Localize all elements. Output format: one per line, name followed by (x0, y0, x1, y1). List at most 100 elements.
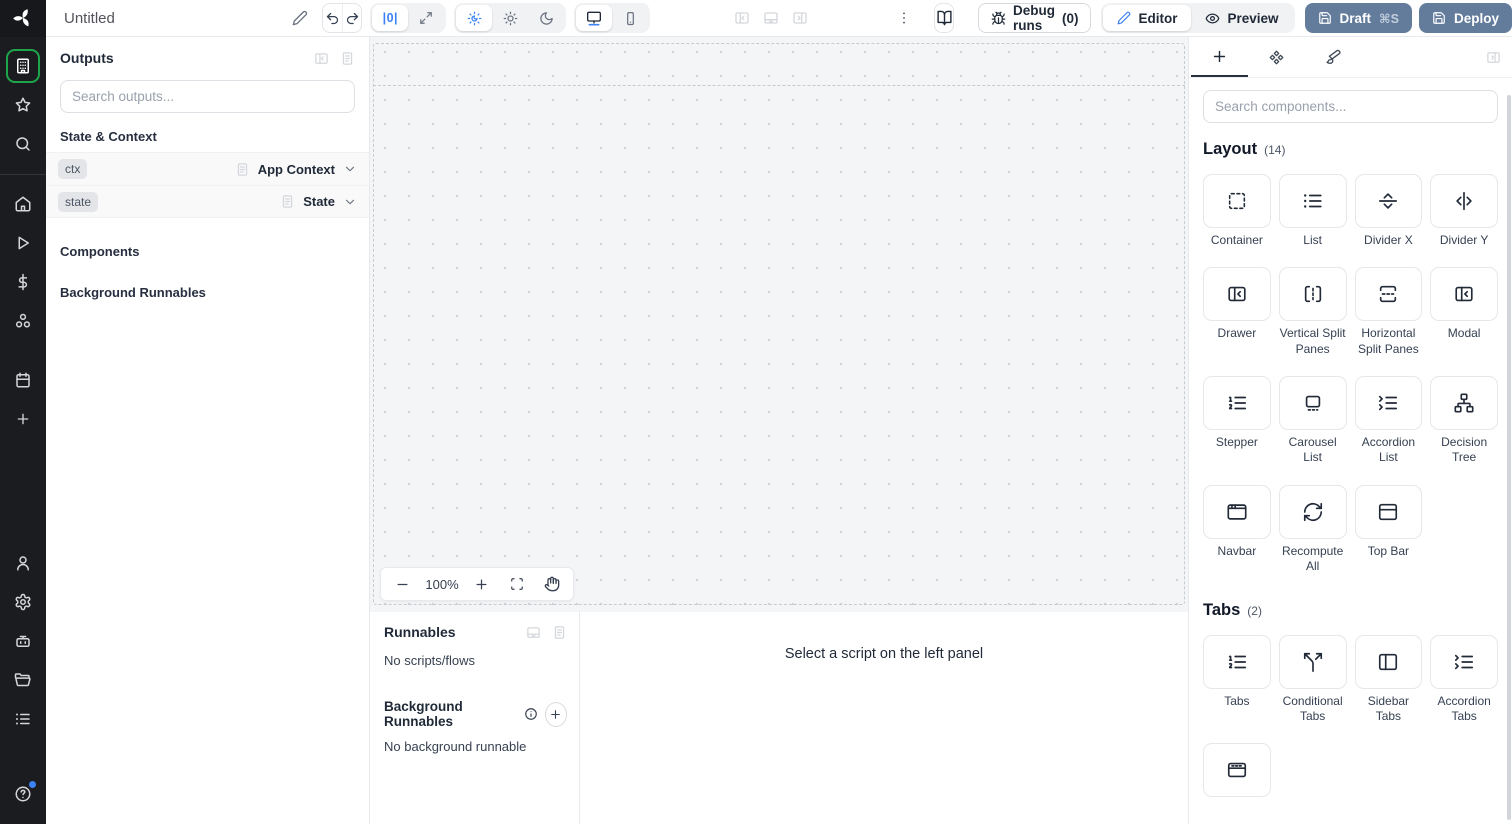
search-outputs-input[interactable] (60, 80, 355, 113)
component-item-conditional-tabs: Conditional Tabs (1278, 634, 1347, 725)
tab-insert-component[interactable] (1191, 37, 1248, 77)
more-menu-button[interactable] (896, 10, 912, 26)
scan-icon (510, 577, 524, 591)
zoom-out-button[interactable] (385, 569, 420, 599)
fit-view-button[interactable] (499, 569, 534, 599)
app-canvas[interactable]: 100% (370, 37, 1188, 612)
rail-item-plus[interactable] (6, 402, 40, 436)
draft-button[interactable]: Draft ⌘S (1304, 3, 1412, 33)
rail-item-resources[interactable] (6, 304, 40, 338)
debug-runs-button[interactable]: Debug runs (0) (977, 3, 1092, 33)
rail-item-help[interactable] (6, 777, 40, 811)
monitor-icon (586, 10, 602, 26)
collapse-panel-icon[interactable] (314, 51, 329, 66)
component-section: Layout (14) Container List Divider X Div… (1203, 140, 1498, 575)
rail-item-user[interactable] (6, 546, 40, 580)
list-icon (1302, 190, 1324, 212)
rail-divider (0, 174, 46, 175)
state-context-rows: ctx App Context state State (46, 152, 369, 218)
sun-moon-icon (467, 11, 482, 26)
preview-tab[interactable]: Preview (1191, 5, 1292, 31)
component-item-list: List (1278, 174, 1347, 248)
component-item-modal: Modal (1430, 267, 1498, 357)
panel-bottom-toggle-icon[interactable] (763, 10, 779, 26)
rail-item-building[interactable] (6, 49, 40, 83)
circles-icon (14, 312, 32, 330)
collapse-bottom-icon[interactable] (526, 625, 541, 640)
user-icon (14, 554, 32, 572)
rail-item-play[interactable] (6, 226, 40, 260)
rail-item-dollar[interactable] (6, 265, 40, 299)
plus-icon (549, 708, 562, 721)
desktop-view-button[interactable] (576, 5, 613, 31)
search-components-input[interactable] (1203, 90, 1498, 123)
section-count: (2) (1247, 603, 1262, 618)
runnables-panel: Runnables No scripts/flows Background Ru… (370, 612, 580, 824)
theme-group (454, 3, 567, 33)
doc-icon[interactable] (235, 162, 250, 177)
redo-icon (345, 11, 360, 26)
rail-item-calendar[interactable] (6, 363, 40, 397)
collapse-right-panel-icon[interactable] (1486, 50, 1501, 65)
rail-item-robot[interactable] (6, 624, 40, 658)
accordion-icon (1453, 651, 1475, 673)
home-icon (14, 195, 32, 213)
top-bar: Untitled |0| Debug runs (0) Editor Previ… (0, 0, 1512, 37)
notification-dot (28, 780, 37, 789)
undo-button[interactable] (323, 4, 342, 32)
tab-styling[interactable] (1305, 37, 1362, 77)
component-item-drawer: Drawer (1203, 267, 1271, 357)
component-label: Divider Y (1439, 233, 1489, 247)
doc-icon[interactable] (280, 194, 295, 209)
mobile-view-button[interactable] (612, 5, 648, 31)
theme-light-button[interactable] (492, 5, 528, 31)
zero-padding-toggle[interactable]: |0| (372, 5, 409, 31)
left-rail (0, 37, 46, 824)
decision-tree-icon (1453, 392, 1475, 414)
tab-component-settings[interactable] (1248, 37, 1305, 77)
component-item-recompute-all: Recompute All (1278, 484, 1347, 575)
output-row[interactable]: state State (46, 185, 369, 218)
windmill-logo[interactable] (0, 0, 46, 37)
conditional-tabs-icon (1302, 651, 1324, 673)
component-item-accordion-list: Accordion List (1354, 376, 1423, 466)
rail-item-home[interactable] (6, 187, 40, 221)
rail-item-star[interactable] (6, 88, 40, 122)
doc-icon[interactable] (340, 51, 355, 66)
component-item-top-bar: Top Bar (1354, 484, 1423, 575)
chevron-down-icon[interactable] (343, 195, 357, 209)
output-row[interactable]: ctx App Context (46, 152, 369, 185)
output-id-badge: state (58, 191, 99, 212)
rail-item-folder[interactable] (6, 663, 40, 697)
panel-right-toggle-icon[interactable] (792, 10, 808, 26)
panel-toggles-group (734, 10, 808, 26)
debug-runs-count: (0) (1061, 10, 1079, 26)
scrollbar-thumb[interactable] (1507, 95, 1511, 820)
rail-item-search[interactable] (6, 127, 40, 161)
expand-canvas-button[interactable] (408, 5, 444, 31)
components-panel: Layout (14) Container List Divider X Div… (1188, 37, 1512, 824)
deploy-button[interactable]: Deploy (1418, 3, 1512, 33)
pan-mode-button[interactable] (534, 569, 569, 599)
chevron-down-icon[interactable] (343, 162, 357, 176)
app-title-area: Untitled (46, 10, 308, 27)
doc-icon[interactable] (552, 625, 567, 640)
theme-auto-button[interactable] (456, 5, 493, 31)
editor-tab[interactable]: Editor (1103, 5, 1192, 31)
add-background-runnable-button[interactable] (544, 701, 567, 727)
rail-item-settings[interactable] (6, 585, 40, 619)
windmill-logo-icon (12, 7, 34, 29)
vertical-split-icon (1302, 283, 1324, 305)
rename-pencil-icon[interactable] (292, 10, 308, 26)
component-label: Sidebar Tabs (1367, 693, 1410, 723)
component-label: Horizontal Split Panes (1358, 326, 1419, 356)
undo-icon (325, 11, 340, 26)
rail-item-list[interactable] (6, 702, 40, 736)
redo-button[interactable] (341, 4, 361, 32)
panel-left-toggle-icon[interactable] (734, 10, 750, 26)
zoom-in-button[interactable] (464, 569, 499, 599)
docs-button[interactable] (934, 3, 954, 33)
app-title: Untitled (64, 9, 115, 27)
component-label: Tabs (1224, 693, 1250, 708)
theme-dark-button[interactable] (528, 5, 564, 31)
